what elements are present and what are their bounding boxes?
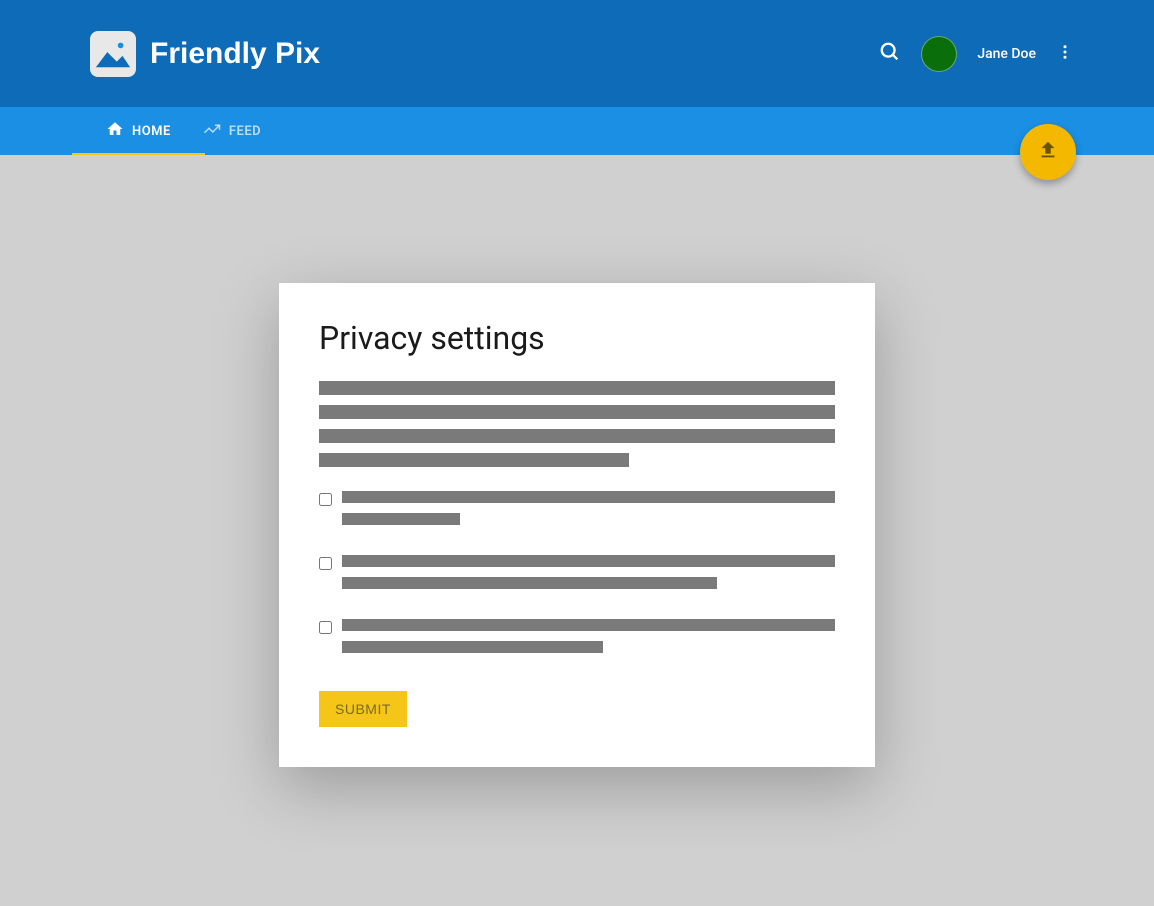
option-1-label — [342, 491, 835, 535]
tab-label: HOME — [132, 124, 171, 139]
privacy-option-2 — [319, 555, 835, 599]
logo-icon — [90, 31, 136, 77]
privacy-checkbox-1[interactable] — [319, 493, 332, 506]
search-icon[interactable] — [879, 41, 901, 67]
home-icon — [106, 120, 124, 142]
privacy-checkbox-2[interactable] — [319, 557, 332, 570]
app-header: Friendly Pix Jane Doe — [0, 0, 1154, 107]
main-content: Privacy settings — [0, 155, 1154, 767]
card-title: Privacy settings — [319, 319, 835, 357]
avatar[interactable] — [921, 36, 957, 72]
header-actions: Jane Doe — [879, 36, 1074, 72]
trending-icon — [203, 120, 221, 142]
privacy-checkbox-3[interactable] — [319, 621, 332, 634]
upload-icon — [1037, 139, 1059, 165]
submit-button[interactable]: SUBMIT — [319, 691, 407, 727]
privacy-settings-card: Privacy settings — [279, 283, 875, 767]
option-3-label — [342, 619, 835, 663]
privacy-option-3 — [319, 619, 835, 663]
tab-label: FEED — [229, 124, 261, 139]
username[interactable]: Jane Doe — [977, 46, 1036, 62]
description-text — [319, 381, 835, 467]
logo[interactable]: Friendly Pix — [90, 31, 320, 77]
option-2-label — [342, 555, 835, 599]
more-vert-icon[interactable] — [1056, 43, 1074, 65]
privacy-option-1 — [319, 491, 835, 535]
upload-button[interactable] — [1020, 124, 1076, 180]
tab-feed[interactable]: FEED — [187, 107, 277, 155]
tab-home[interactable]: HOME — [90, 107, 187, 155]
tab-bar: HOME FEED — [0, 107, 1154, 155]
app-name: Friendly Pix — [150, 37, 320, 71]
